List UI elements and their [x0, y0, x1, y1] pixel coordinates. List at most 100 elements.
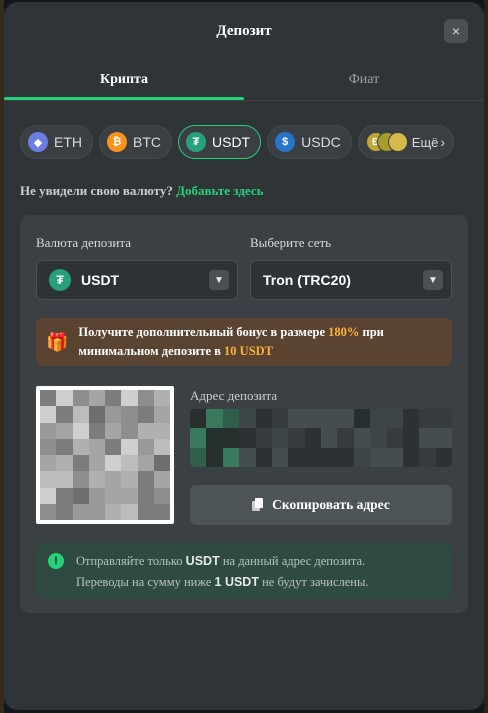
warning-text-part: Отправляйте только	[76, 554, 186, 568]
qr-pixel	[88, 406, 105, 423]
qr-pixel	[137, 471, 154, 488]
tether-icon: ₮	[49, 269, 71, 291]
deposit-currency-label: Валюта депозита	[36, 235, 131, 250]
address-pixel	[386, 409, 403, 429]
qr-pixel	[88, 503, 105, 520]
deposit-address-label: Адрес депозита	[190, 388, 278, 403]
qr-pixel	[40, 503, 57, 520]
modal-title: Депозит	[216, 22, 272, 39]
qr-pixel	[137, 487, 154, 504]
tab-fiat[interactable]: Фиат	[244, 60, 484, 100]
qr-pixel	[72, 438, 89, 455]
currency-chip-btc[interactable]: ₿ BTC	[99, 125, 172, 159]
usdc-icon: $	[275, 132, 296, 152]
address-pixel	[222, 447, 240, 467]
deposit-currency-value: USDT	[81, 272, 120, 288]
chevron-down-icon: ▼	[209, 270, 229, 290]
address-pixel	[435, 428, 452, 448]
address-pixel	[337, 428, 354, 448]
address-pixel	[239, 428, 256, 448]
network-field: Выберите сеть Tron (TRC20) ▼	[250, 235, 452, 300]
address-pixel	[271, 409, 289, 429]
qr-pixel	[137, 406, 154, 423]
copy-address-button[interactable]: Скопировать адрес	[190, 485, 452, 525]
deposit-address-value[interactable]	[190, 409, 452, 467]
qr-pixel	[137, 503, 154, 520]
more-currencies-button[interactable]: Ð Ещё ›	[357, 125, 455, 159]
qr-pixel	[56, 438, 73, 455]
address-pixel	[370, 447, 387, 467]
more-label: Ещё	[411, 134, 439, 150]
qr-pixel	[56, 390, 73, 407]
tab-crypto[interactable]: Крипта	[4, 60, 244, 100]
bonus-text: Получите дополнительный бонус в размере …	[78, 323, 383, 361]
qr-pixel	[121, 455, 138, 472]
address-pixel	[386, 428, 403, 448]
qr-pixel	[56, 455, 73, 472]
address-pixel	[206, 428, 223, 448]
copy-address-label: Скопировать адрес	[272, 497, 390, 512]
close-button[interactable]: ×	[444, 19, 468, 43]
address-pixel	[353, 409, 371, 429]
qr-pixel	[40, 422, 57, 439]
chevron-right-icon: ›	[440, 134, 446, 150]
currency-chip-usdc[interactable]: $ USDC	[267, 125, 352, 159]
qr-pixel	[105, 422, 122, 439]
qr-pixel	[88, 438, 105, 455]
address-pixel	[239, 409, 256, 429]
qr-pixel	[153, 390, 170, 407]
qr-pixel	[56, 422, 73, 439]
qr-pixel	[121, 422, 138, 439]
address-pixel	[239, 447, 256, 467]
add-currency-link[interactable]: Добавьте здесь	[176, 183, 263, 198]
qr-pixel	[105, 406, 122, 423]
qr-pixel	[72, 406, 89, 423]
qr-pixel	[72, 471, 89, 488]
address-pixel	[271, 447, 289, 467]
address-pixel	[435, 447, 452, 467]
qr-pixel	[137, 390, 154, 407]
currency-chip-usdt[interactable]: ₮ USDT	[178, 125, 262, 159]
qr-pixel	[137, 438, 154, 455]
deposit-currency-field: Валюта депозита ₮ USDT ▼	[36, 235, 238, 300]
address-row: Адрес депозита Скопировать адрес	[36, 386, 452, 525]
deposit-warning: ! Отправляйте только USDT на данный адре…	[36, 543, 452, 599]
currency-chip-label: USDC	[301, 134, 341, 150]
warning-text-part: на данный адрес депозита.	[219, 554, 366, 568]
qr-pixel	[72, 422, 89, 439]
qr-pixel	[56, 406, 73, 423]
qr-pixel	[88, 471, 105, 488]
bonus-percent: 180%	[328, 325, 360, 339]
address-pixel	[386, 447, 403, 467]
bonus-text-part: минимальном депозите в	[78, 344, 225, 358]
bonus-text-part: при	[359, 325, 384, 339]
address-pixel	[402, 447, 420, 467]
qr-pixel	[105, 455, 122, 472]
address-pixel	[288, 409, 305, 429]
qr-pixel	[153, 406, 170, 423]
qr-pixel	[105, 438, 122, 455]
address-pixel	[370, 409, 387, 429]
bonus-banner: 🎁 Получите дополнительный бонус в размер…	[36, 318, 452, 366]
qr-pixel	[88, 487, 105, 504]
address-pixel	[370, 428, 387, 448]
qr-pixel	[153, 471, 170, 488]
deposit-modal: Депозит × Крипта Фиат ◆ ETH ₿ BTC ₮ USDT…	[4, 2, 484, 710]
address-pixel	[337, 409, 354, 429]
currency-chip-label: ETH	[54, 134, 82, 150]
qr-pixel	[137, 455, 154, 472]
modal-content: ◆ ETH ₿ BTC ₮ USDT $ USDC Ð Ещё › Не уви…	[4, 125, 484, 613]
qr-pixel	[153, 438, 170, 455]
gift-icon: 🎁	[46, 331, 69, 352]
address-pixel	[206, 447, 223, 467]
address-pixel	[190, 409, 207, 429]
qr-pixel	[72, 455, 89, 472]
qr-pixel	[121, 487, 138, 504]
qr-pixel	[121, 471, 138, 488]
deposit-currency-select[interactable]: ₮ USDT ▼	[36, 260, 238, 300]
address-pixel	[435, 409, 452, 429]
address-pixel	[321, 409, 338, 429]
network-select[interactable]: Tron (TRC20) ▼	[250, 260, 452, 300]
warning-text-part: не будут зачислены.	[258, 575, 369, 589]
currency-chip-eth[interactable]: ◆ ETH	[20, 125, 93, 159]
